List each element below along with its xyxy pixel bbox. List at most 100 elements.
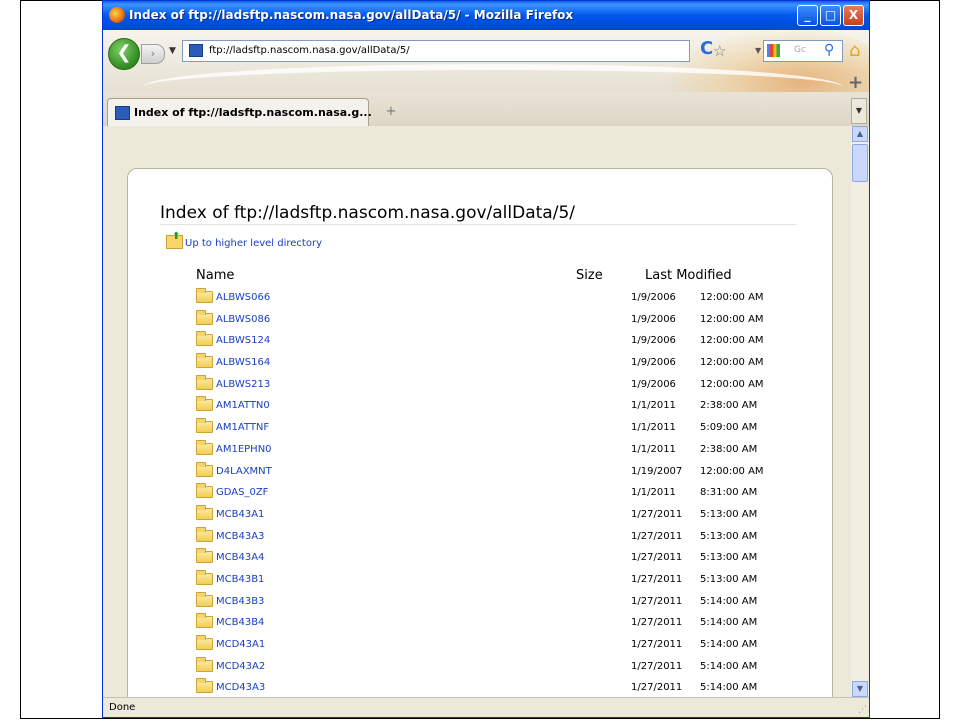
modified-date: 1/1/2011 <box>631 443 676 455</box>
search-bar[interactable]: Gc ⚲ <box>763 40 843 62</box>
google-icon[interactable] <box>767 44 780 57</box>
folder-link[interactable]: ALBWS086 <box>216 314 270 325</box>
folder-icon <box>196 678 213 694</box>
column-header-size[interactable]: Size <box>576 268 603 283</box>
table-row: MCB43A4 1/27/2011 5:13:00 AM <box>128 547 832 569</box>
column-header-last-modified[interactable]: Last Modified <box>645 268 732 283</box>
vertical-scrollbar[interactable]: ▲ ▼ <box>851 126 869 697</box>
folder-link[interactable]: AM1EPHN0 <box>216 444 272 455</box>
folder-link[interactable]: MCB43A3 <box>216 531 264 542</box>
title-bar: Index of ftp://ladsftp.nascom.nasa.gov/a… <box>103 1 869 30</box>
folder-icon <box>196 288 213 303</box>
up-directory-link[interactable]: Up to higher level directory <box>185 238 322 249</box>
tab-list-chevron-icon[interactable]: ▼ <box>851 98 867 124</box>
status-text: Done <box>109 702 136 713</box>
modified-time: 2:38:00 AM <box>700 400 758 412</box>
modified-date: 1/9/2006 <box>631 357 676 369</box>
reload-icon[interactable]: C <box>700 38 713 59</box>
table-row: MCD43A1 1/27/2011 5:14:00 AM <box>128 634 832 656</box>
folder-icon <box>196 309 213 325</box>
folder-link[interactable]: MCB43B4 <box>216 617 264 628</box>
modified-time: 5:13:00 AM <box>700 508 758 520</box>
folder-icon <box>196 504 213 520</box>
modified-time: 2:38:00 AM <box>700 443 758 455</box>
table-row: AM1ATTN0 1/1/2011 2:38:00 AM <box>128 395 832 417</box>
modified-time: 5:14:00 AM <box>700 639 758 650</box>
modified-time: 12:00:00 AM <box>700 357 764 369</box>
modified-time: 12:00:00 AM <box>700 465 764 477</box>
tab-label: Index of ftp://ladsftp.nascom.nasa.g... <box>134 106 372 119</box>
firefox-logo-icon <box>109 7 125 23</box>
modified-time: 12:00:00 AM <box>700 313 764 325</box>
heading-divider <box>160 224 796 225</box>
modified-date: 1/19/2007 <box>631 465 683 477</box>
scroll-up-icon[interactable]: ▲ <box>852 126 868 142</box>
url-bar[interactable]: ftp://ladsftp.nascom.nasa.gov/allData/5/… <box>182 40 761 62</box>
page-viewport: Index of ftp://ladsftp.nascom.nasa.gov/a… <box>103 126 851 697</box>
modified-time: 12:00:00 AM <box>700 335 764 347</box>
window-title: Index of ftp://ladsftp.nascom.nasa.gov/a… <box>129 8 574 22</box>
close-button[interactable]: X <box>843 5 864 26</box>
search-input[interactable]: Gc <box>794 45 806 55</box>
folder-link[interactable]: MCD43A3 <box>216 682 265 693</box>
table-row: AM1EPHN0 1/1/2011 2:38:00 AM <box>128 439 832 461</box>
table-row: MCB43B4 1/27/2011 5:14:00 AM <box>128 612 832 634</box>
folder-link[interactable]: MCD43A2 <box>216 661 265 672</box>
table-row: MCD43A3 1/27/2011 5:14:00 AM <box>128 677 832 697</box>
modified-date: 1/1/2011 <box>631 400 676 412</box>
home-icon[interactable]: ⌂ <box>849 40 860 61</box>
modified-date: 1/9/2006 <box>631 378 676 390</box>
forward-button[interactable]: › <box>141 44 165 64</box>
history-dropdown-icon[interactable]: ▼ <box>169 46 176 56</box>
folder-icon <box>196 461 213 477</box>
table-row: MCD43A2 1/27/2011 5:14:00 AM <box>128 656 832 678</box>
table-row: MCB43A3 1/27/2011 5:13:00 AM <box>128 526 832 548</box>
scroll-down-icon[interactable]: ▼ <box>852 681 868 697</box>
folder-link[interactable]: ALBWS164 <box>216 357 270 368</box>
folder-icon <box>196 526 213 542</box>
folder-icon <box>196 418 213 434</box>
url-input[interactable]: ftp://ladsftp.nascom.nasa.gov/allData/5/ <box>209 45 410 56</box>
column-header-name[interactable]: Name <box>196 268 234 283</box>
folder-icon <box>196 656 213 672</box>
tab-strip: Index of ftp://ladsftp.nascom.nasa.g... … <box>103 92 869 127</box>
status-bar: Done ⋰ <box>103 697 869 717</box>
folder-link[interactable]: MCB43A4 <box>216 552 264 563</box>
modified-date: 1/27/2011 <box>631 617 683 629</box>
up-arrow-icon: ⬆ <box>172 231 181 242</box>
folder-icon <box>196 396 213 412</box>
folder-link[interactable]: AM1ATTNF <box>216 422 269 433</box>
folder-link[interactable]: MCB43B3 <box>216 596 264 607</box>
folder-link[interactable]: GDAS_0ZF <box>216 487 268 498</box>
modified-time: 5:14:00 AM <box>700 660 758 672</box>
folder-icon <box>196 483 213 499</box>
scroll-thumb[interactable] <box>852 144 868 182</box>
folder-link[interactable]: ALBWS066 <box>216 292 270 303</box>
folder-link[interactable]: MCB43A1 <box>216 509 264 520</box>
table-row: MCB43B1 1/27/2011 5:13:00 AM <box>128 569 832 591</box>
maximize-button[interactable]: □ <box>820 5 841 26</box>
modified-date: 1/27/2011 <box>631 660 683 672</box>
back-button[interactable]: ❮ <box>108 38 140 70</box>
folder-icon <box>196 591 213 607</box>
folder-link[interactable]: D4LAXMNT <box>216 466 272 477</box>
url-dropdown-icon[interactable]: ▼ <box>755 46 761 55</box>
folder-link[interactable]: ALBWS213 <box>216 379 270 390</box>
resize-grip-icon[interactable]: ⋰ <box>858 705 867 715</box>
site-favicon-icon <box>189 44 203 57</box>
bookmark-star-icon[interactable]: ☆ <box>713 42 726 60</box>
table-row: ALBWS213 1/9/2006 12:00:00 AM <box>128 374 832 396</box>
magnifier-icon[interactable]: ⚲ <box>824 42 834 58</box>
new-tab-button[interactable]: + <box>379 100 403 124</box>
modified-date: 1/27/2011 <box>631 508 683 520</box>
folder-link[interactable]: ALBWS124 <box>216 335 270 346</box>
folder-icon <box>196 569 213 585</box>
folder-link[interactable]: MCD43A1 <box>216 639 265 650</box>
folder-link[interactable]: AM1ATTN0 <box>216 400 270 411</box>
tab-active[interactable]: Index of ftp://ladsftp.nascom.nasa.g... <box>107 98 372 126</box>
minimize-button[interactable]: _ <box>797 5 818 26</box>
table-row: AM1ATTNF 1/1/2011 5:09:00 AM <box>128 417 832 439</box>
modified-date: 1/1/2011 <box>631 422 676 434</box>
toolbar-add-button[interactable]: + <box>848 72 863 93</box>
folder-link[interactable]: MCB43B1 <box>216 574 264 585</box>
